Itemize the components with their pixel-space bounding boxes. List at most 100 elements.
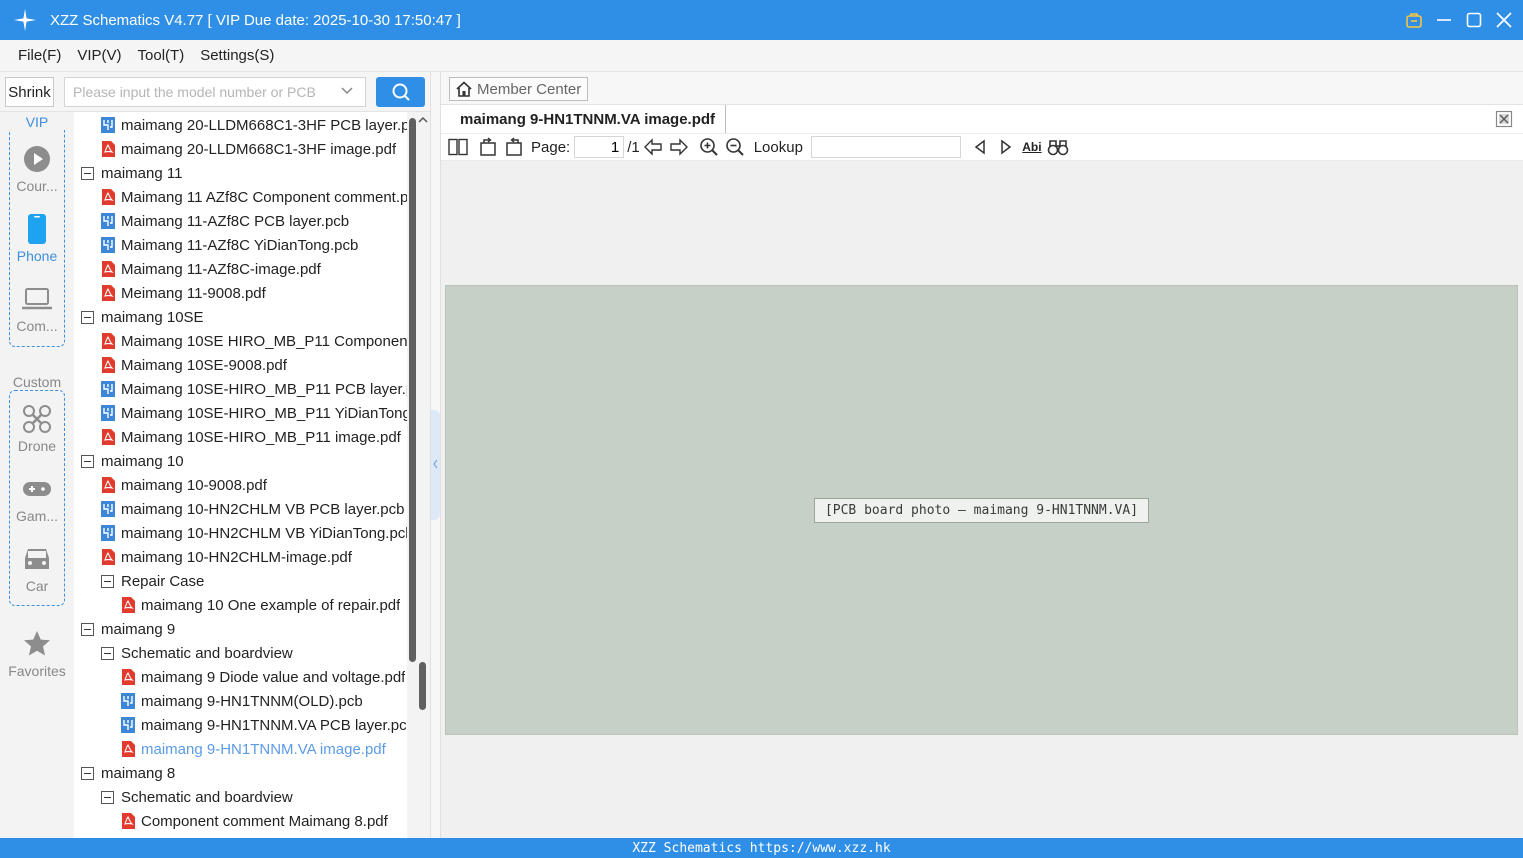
rotate-right-icon[interactable]: [501, 135, 527, 159]
file-tree: maimang 20-LLDM668C1-3HF PCB layer.pcb ma…: [74, 112, 407, 838]
tree-pdf-file[interactable]: maimang 9 Diode value and voltage.pdf: [121, 665, 405, 689]
zoom-out-icon[interactable]: [722, 135, 748, 159]
menu-file[interactable]: File(F): [18, 47, 61, 64]
category-game[interactable]: Gam...: [0, 472, 74, 524]
tree-pdf-file[interactable]: Maimang 11-AZf8C-image.pdf: [101, 257, 321, 281]
tree-item-label: Maimang 10SE-HIRO_MB_P11 YiDianTong.pcb: [121, 404, 407, 422]
tree-folder[interactable]: maimang 8: [81, 761, 175, 785]
tree-pdf-file[interactable]: maimang 10-9008.pdf: [101, 473, 267, 497]
tree-pcb-file[interactable]: maimang 9-HN1TNNM.VA PCB layer.pcb: [121, 713, 407, 737]
pdf-viewer[interactable]: [PCB board photo – maimang 9-HN1TNNM.VA]: [441, 161, 1523, 838]
close-document-icon[interactable]: [1495, 110, 1513, 128]
search-row: Shrink: [0, 72, 440, 112]
collapse-toggle-icon[interactable]: [81, 766, 94, 780]
tree-item-label: Maimang 11-AZf8C YiDianTong.pcb: [121, 236, 359, 254]
favorites-button[interactable]: Favorites: [0, 627, 74, 679]
tree-folder[interactable]: maimang 9: [81, 617, 175, 641]
two-page-view-icon[interactable]: [445, 135, 471, 159]
tree-folder[interactable]: maimang 11: [81, 161, 182, 185]
tree-pdf-file[interactable]: Maimang 10SE-HIRO_MB_P11 image.pdf: [101, 425, 401, 449]
page-number-input[interactable]: [574, 136, 625, 158]
tree-pcb-file[interactable]: Maimang 10SE-HIRO_MB_P11 YiDianTong.pcb: [101, 401, 407, 425]
model-search-input[interactable]: [64, 77, 366, 107]
menu-tool[interactable]: Tool(T): [138, 47, 185, 64]
pcb-file-icon: [101, 381, 115, 397]
find-next-icon[interactable]: [993, 135, 1019, 159]
tree-pdf-file[interactable]: Maimang 10SE HIRO_MB_P11 Component.pdf: [101, 329, 407, 353]
collapse-toggle-icon[interactable]: [81, 622, 94, 636]
minimize-icon[interactable]: [1435, 11, 1453, 29]
search-icon: [392, 83, 410, 101]
rotate-left-icon[interactable]: [475, 135, 501, 159]
scrollbar-thumb-secondary[interactable]: [419, 662, 426, 710]
binoculars-icon[interactable]: [1045, 135, 1071, 159]
scrollbar-thumb[interactable]: [409, 118, 416, 662]
right-toolbar: Member Center: [441, 72, 1523, 105]
category-phone[interactable]: Phone: [0, 212, 74, 264]
status-text: XZZ Schematics https://www.xzz.hk: [632, 840, 891, 856]
collapse-grip[interactable]: [431, 410, 440, 520]
tree-pcb-file[interactable]: maimang 20-LLDM668C1-3HF PCB layer.pcb: [101, 113, 407, 137]
tree-pdf-file[interactable]: Maimang 10SE-9008.pdf: [101, 353, 287, 377]
tree-scrollbar[interactable]: [407, 112, 430, 838]
document-tab-bar: maimang 9-HN1TNNM.VA image.pdf: [441, 105, 1523, 134]
tree-pdf-file[interactable]: maimang 10-HN2CHLM-image.pdf: [101, 545, 352, 569]
tree-pdf-file[interactable]: Meimang 11-9008.pdf: [101, 281, 266, 305]
tree-folder[interactable]: maimang 10SE: [81, 305, 204, 329]
tree-pdf-file[interactable]: maimang 10 One example of repair.pdf: [121, 593, 400, 617]
category-car[interactable]: Car: [0, 542, 74, 594]
tree-pcb-file[interactable]: Maimang 11-AZf8C PCB layer.pcb: [101, 209, 349, 233]
prev-page-icon[interactable]: [640, 135, 666, 159]
lookup-input[interactable]: [810, 136, 961, 158]
category-computer[interactable]: Com...: [0, 282, 74, 334]
pcb-file-icon: [121, 693, 135, 709]
tree-pcb-file[interactable]: maimang 10-HN2CHLM VB PCB layer.pcb: [101, 497, 404, 521]
tree-pdf-file[interactable]: maimang 20-LLDM668C1-3HF image.pdf: [101, 137, 396, 161]
find-prev-icon[interactable]: [967, 135, 993, 159]
tree-pdf-file[interactable]: maimang 9-HN1TNNM.VA image.pdf: [121, 737, 386, 761]
tree-folder[interactable]: Repair Case: [101, 569, 204, 593]
match-case-button[interactable]: Abi: [1019, 135, 1045, 159]
tree-item-label: maimang 11: [101, 164, 183, 182]
tree-pdf-file[interactable]: Component comment Maimang 8.pdf: [121, 809, 388, 833]
menu-settings[interactable]: Settings(S): [200, 47, 274, 64]
next-page-icon[interactable]: [666, 135, 692, 159]
vip-bag-icon[interactable]: [1405, 11, 1423, 29]
star-icon: [0, 627, 74, 661]
tree-folder[interactable]: maimang 10: [81, 449, 184, 473]
pane-splitter[interactable]: [430, 72, 441, 838]
tree-pcb-file[interactable]: maimang 9-HN1TNNM(OLD).pcb: [121, 689, 363, 713]
tree-item-label: maimang 9-HN1TNNM.VA image.pdf: [141, 740, 386, 758]
zoom-in-icon[interactable]: [696, 135, 722, 159]
tree-folder[interactable]: Schematic and boardview: [101, 785, 293, 809]
menu-vip[interactable]: VIP(V): [77, 47, 121, 64]
category-courses[interactable]: Cour...: [0, 142, 74, 194]
tree-item-label: maimang 8: [101, 764, 176, 782]
category-rail: VIP Cour... Phone Com... Custom Drone Ga…: [0, 112, 74, 838]
pdf-file-icon: [101, 261, 115, 277]
pcb-file-icon: [101, 213, 115, 229]
collapse-toggle-icon[interactable]: [101, 574, 114, 588]
shrink-button[interactable]: Shrink: [5, 77, 54, 107]
collapse-toggle-icon[interactable]: [101, 790, 114, 804]
tree-pcb-file[interactable]: maimang 10-HN2CHLM VB YiDianTong.pcb: [101, 521, 407, 545]
collapse-toggle-icon[interactable]: [81, 166, 94, 180]
close-icon[interactable]: [1495, 11, 1513, 29]
maximize-icon[interactable]: [1465, 11, 1483, 29]
collapse-toggle-icon[interactable]: [81, 454, 94, 468]
tree-folder[interactable]: Schematic and boardview: [101, 641, 293, 665]
tree-item-label: Maimang 10SE-HIRO_MB_P11 PCB layer.pcb: [121, 380, 407, 398]
pcb-board-image: [PCB board photo – maimang 9-HN1TNNM.VA]: [445, 285, 1518, 735]
tree-pcb-file[interactable]: Maimang 11-AZf8C YiDianTong.pcb: [101, 233, 358, 257]
tree-pcb-file[interactable]: Maimang 10SE-HIRO_MB_P11 PCB layer.pcb: [101, 377, 407, 401]
collapse-toggle-icon[interactable]: [101, 646, 114, 660]
collapse-toggle-icon[interactable]: [81, 310, 94, 324]
tree-pdf-file[interactable]: Maimang 11 AZf8C Component comment.pdf: [101, 185, 407, 209]
search-button[interactable]: [376, 77, 425, 107]
pdf-file-icon: [101, 141, 115, 157]
member-center-button[interactable]: Member Center: [449, 77, 588, 101]
play-circle-icon: [0, 142, 74, 176]
document-tab[interactable]: maimang 9-HN1TNNM.VA image.pdf: [451, 105, 727, 133]
chevron-down-icon[interactable]: [340, 84, 354, 101]
category-drone[interactable]: Drone: [0, 402, 74, 454]
